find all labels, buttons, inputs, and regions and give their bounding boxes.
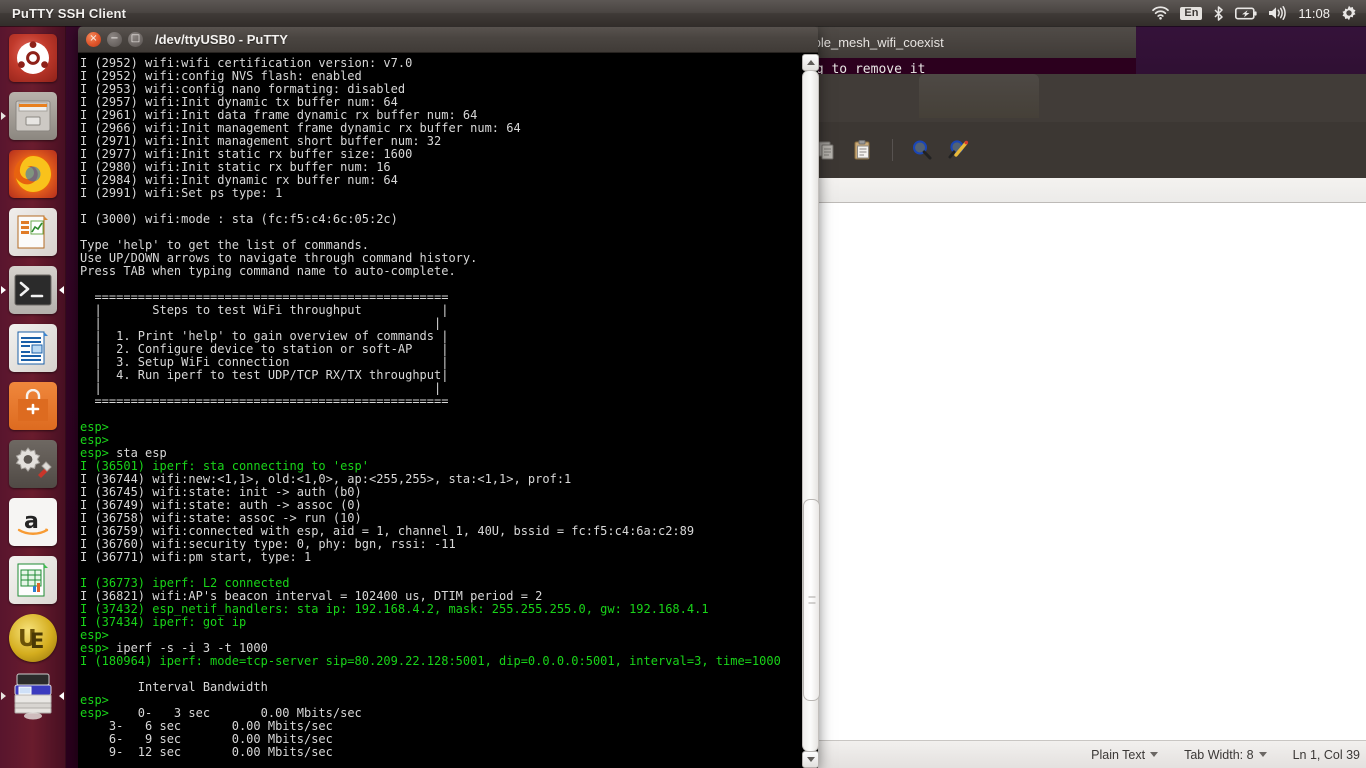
wifi-icon[interactable] bbox=[1152, 6, 1170, 20]
terminal-line: esp> bbox=[80, 420, 109, 434]
keyboard-indicator[interactable]: En bbox=[1180, 6, 1203, 20]
putty-window-title: /dev/ttyUSB0 - PuTTY bbox=[155, 31, 288, 47]
firefox-icon bbox=[8, 150, 57, 198]
putty-body: I (2952) wifi:wifi certification version… bbox=[78, 53, 820, 768]
toolbar-separator bbox=[892, 139, 893, 161]
launcher-item-ultraedit[interactable]: UE bbox=[0, 609, 65, 667]
launcher-item-terminal[interactable] bbox=[0, 261, 65, 319]
launcher-item-ubuntu-software[interactable] bbox=[0, 377, 65, 435]
unity-launcher: a UE bbox=[0, 26, 66, 768]
terminal-scrollbar[interactable] bbox=[800, 53, 820, 768]
launcher-item-workspace-switcher[interactable] bbox=[0, 667, 65, 725]
software-bag-icon bbox=[8, 382, 57, 430]
svg-text:E: E bbox=[30, 629, 44, 653]
launcher-item-ubuntu-dash[interactable] bbox=[0, 29, 65, 87]
ue-icon: UE bbox=[8, 614, 57, 662]
scroll-up-arrow-icon[interactable] bbox=[802, 54, 819, 71]
terminal-command: sta esp bbox=[108, 446, 167, 460]
desktop: /ble_mesh_wifi_coexist ng to remove it P… bbox=[0, 0, 1366, 768]
running-indicator-icon bbox=[1, 692, 6, 700]
top-panel: PuTTY SSH Client En 11:08 bbox=[0, 0, 1366, 26]
spreadsheet-icon bbox=[8, 556, 57, 604]
paste-icon[interactable] bbox=[852, 139, 874, 161]
terminal-output[interactable]: I (2952) wifi:wifi certification version… bbox=[78, 53, 800, 768]
terminal-command: iperf -s -i 3 -t 1000 bbox=[108, 641, 268, 655]
chevron-down-icon bbox=[1150, 752, 1159, 757]
amazon-icon: a bbox=[8, 498, 57, 546]
search-icon[interactable] bbox=[911, 139, 933, 161]
close-icon[interactable]: × bbox=[86, 31, 101, 47]
background-window-tab[interactable] bbox=[919, 74, 1039, 118]
keyboard-indicator-label: En bbox=[1180, 6, 1203, 20]
terminal-line: 9- 12 sec 0.00 Mbits/sec bbox=[80, 745, 333, 759]
terminal-line: Press TAB when typing command name to au… bbox=[80, 264, 456, 278]
terminal-line: esp> bbox=[80, 433, 109, 447]
chevron-down-icon bbox=[1258, 752, 1267, 757]
launcher-item-amazon[interactable]: a bbox=[0, 493, 65, 551]
focused-indicator-icon bbox=[59, 692, 64, 700]
svg-text:a: a bbox=[24, 509, 39, 534]
gear-icon[interactable] bbox=[1341, 5, 1357, 21]
editor-body-topline bbox=[806, 178, 1366, 203]
page-title: PuTTY SSH Client bbox=[12, 5, 127, 21]
terminal-prompt: esp> bbox=[80, 446, 109, 460]
terminal-command: 0- 3 sec 0.00 Mbits/sec bbox=[108, 706, 362, 720]
tab-width-label: Tab Width: 8 bbox=[1184, 747, 1254, 762]
editor-toolbar bbox=[806, 122, 1366, 178]
window-stack-icon bbox=[9, 672, 57, 720]
terminal-line: I (2991) wifi:Set ps type: 1 bbox=[80, 186, 283, 200]
editor-statusbar: Plain Text Tab Width: 8 Ln 1, Col 39 bbox=[806, 740, 1366, 768]
background-editor-window[interactable]: /ble_mesh_wifi_coexist ng to remove it P… bbox=[806, 26, 1366, 768]
background-window-titlebar[interactable]: /ble_mesh_wifi_coexist bbox=[806, 26, 1136, 58]
volume-icon[interactable] bbox=[1268, 6, 1287, 20]
system-tray: En 11:08 bbox=[1152, 5, 1357, 21]
maximize-icon[interactable]: □ bbox=[128, 31, 143, 47]
document-icon bbox=[8, 324, 57, 372]
cursor-position: Ln 1, Col 39 bbox=[1293, 748, 1360, 762]
terminal-prompt: esp> bbox=[80, 641, 109, 655]
launcher-item-firefox[interactable] bbox=[0, 145, 65, 203]
clock[interactable]: 11:08 bbox=[1298, 7, 1330, 20]
background-window-title: /ble_mesh_wifi_coexist bbox=[810, 34, 944, 50]
copy-icon[interactable] bbox=[816, 139, 838, 161]
language-label: Plain Text bbox=[1091, 747, 1146, 762]
terminal-line: I (3000) wifi:mode : sta (fc:f5:c4:6c:05… bbox=[80, 212, 398, 226]
terminal-line: Interval Bandwidth bbox=[80, 680, 268, 694]
launcher-item-libreoffice-writer[interactable] bbox=[0, 319, 65, 377]
terminal-line: I (37434) iperf: got ip bbox=[80, 615, 247, 629]
terminal-icon bbox=[8, 266, 57, 314]
editor-text-area[interactable] bbox=[806, 178, 1366, 768]
gear-wrench-icon bbox=[8, 440, 57, 488]
scroll-down-arrow-icon[interactable] bbox=[802, 751, 819, 768]
cursor-position-label: Ln 1, Col 39 bbox=[1292, 747, 1360, 762]
find-replace-icon[interactable] bbox=[947, 139, 971, 161]
running-indicator-icon bbox=[1, 286, 6, 294]
file-cabinet-icon bbox=[8, 92, 57, 140]
putty-window[interactable]: × − □ /dev/ttyUSB0 - PuTTY I (2952) wifi… bbox=[78, 26, 820, 768]
presentation-icon bbox=[8, 208, 57, 256]
putty-titlebar[interactable]: × − □ /dev/ttyUSB0 - PuTTY bbox=[78, 26, 818, 53]
battery-charging-icon[interactable] bbox=[1235, 6, 1258, 20]
terminal-line: I (36771) wifi:pm start, type: 1 bbox=[80, 550, 312, 564]
launcher-item-libreoffice-impress[interactable] bbox=[0, 203, 65, 261]
terminal-prompt: esp> bbox=[80, 706, 109, 720]
ubuntu-logo-icon bbox=[8, 34, 57, 82]
language-selector[interactable]: Plain Text bbox=[1091, 747, 1159, 762]
launcher-item-files[interactable] bbox=[0, 87, 65, 145]
terminal-line: ========================================… bbox=[80, 394, 449, 408]
terminal-line: I (180964) iperf: mode=tcp-server sip=80… bbox=[80, 654, 781, 668]
scrollbar-track[interactable] bbox=[802, 70, 820, 752]
tab-width-selector[interactable]: Tab Width: 8 bbox=[1184, 747, 1267, 762]
bluetooth-icon[interactable] bbox=[1213, 5, 1224, 21]
launcher-item-system-settings[interactable] bbox=[0, 435, 65, 493]
scrollbar-thumb[interactable] bbox=[803, 499, 820, 701]
focused-indicator-icon bbox=[59, 286, 64, 294]
running-indicator-icon bbox=[1, 112, 6, 120]
minimize-icon[interactable]: − bbox=[107, 31, 122, 47]
launcher-item-libreoffice-calc[interactable] bbox=[0, 551, 65, 609]
